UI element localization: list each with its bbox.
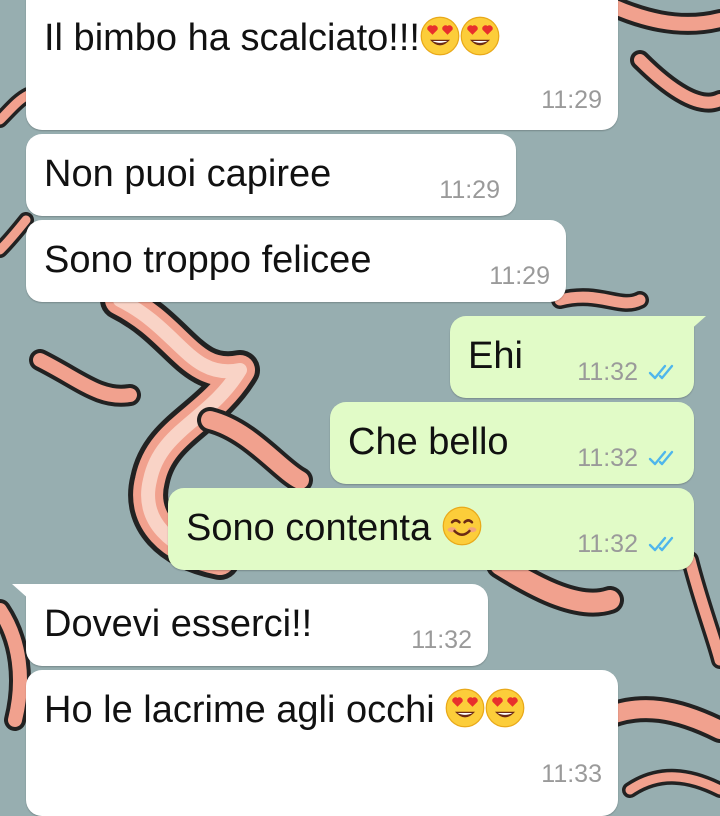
conversation: Il bimbo ha scalciato!!! 11:29 Non puoi …	[0, 0, 720, 816]
heart-eyes-emoji-icon	[460, 16, 500, 56]
message-text: Ehi	[468, 335, 523, 377]
double-check-icon	[648, 364, 674, 380]
message-incoming[interactable]: Il bimbo ha scalciato!!! 11:29	[26, 0, 618, 130]
heart-eyes-emoji-icon	[485, 688, 525, 728]
message-incoming[interactable]: Ho le lacrime agli occhi 11:33	[26, 670, 618, 816]
message-text: Ho le lacrime agli occhi	[44, 689, 435, 731]
message-text: Sono troppo felicee	[44, 239, 372, 281]
message-outgoing[interactable]: Sono contenta 11:32	[168, 488, 694, 570]
message-time: 11:29	[541, 86, 602, 114]
message-time: 11:32	[411, 626, 472, 654]
message-incoming[interactable]: Sono troppo felicee 11:29	[26, 220, 566, 302]
heart-eyes-emoji-icon	[420, 16, 460, 56]
smiling-face-emoji-icon	[441, 506, 482, 546]
double-check-icon	[648, 450, 674, 466]
message-text: Sono contenta	[186, 507, 432, 549]
message-text: Dovevi esserci!!	[44, 603, 313, 645]
message-time: 11:32	[577, 530, 638, 558]
message-incoming[interactable]: Dovevi esserci!! 11:32	[26, 584, 488, 666]
bubble-tail	[12, 584, 30, 600]
message-time: 11:32	[577, 444, 638, 472]
heart-eyes-emoji-icon	[445, 688, 485, 728]
message-outgoing[interactable]: Che bello 11:32	[330, 402, 694, 484]
message-time: 11:29	[439, 176, 500, 204]
message-text: Il bimbo ha scalciato!!!	[44, 17, 420, 59]
message-outgoing[interactable]: Ehi 11:32	[450, 316, 694, 398]
message-time: 11:33	[541, 760, 602, 788]
message-time: 11:29	[489, 262, 550, 290]
double-check-icon	[648, 536, 674, 552]
message-time: 11:32	[577, 358, 638, 386]
message-text: Non puoi capiree	[44, 153, 332, 195]
bubble-tail	[688, 316, 706, 332]
message-incoming[interactable]: Non puoi capiree 11:29	[26, 134, 516, 216]
message-text: Che bello	[348, 421, 509, 463]
